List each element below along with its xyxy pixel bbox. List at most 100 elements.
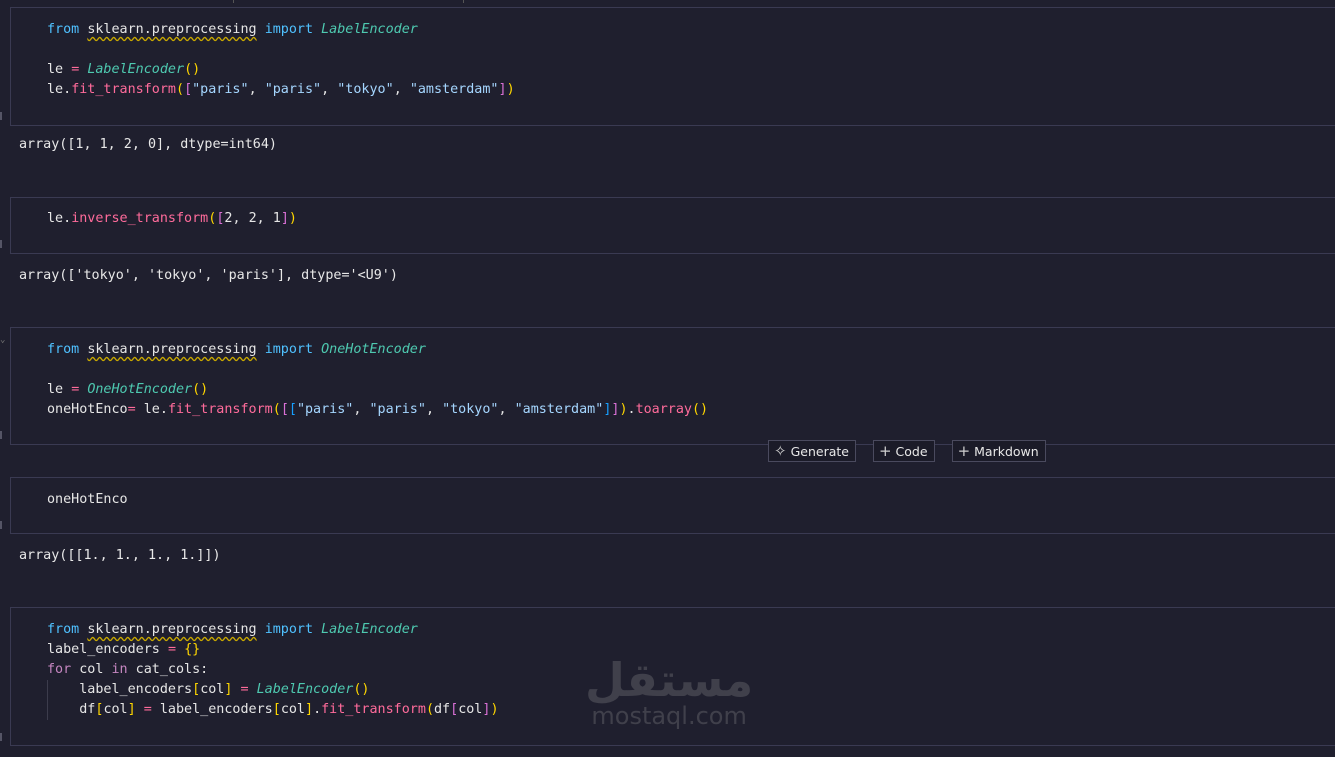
code-token: ) [619, 402, 628, 417]
code-token: le [47, 62, 72, 77]
code-token: df [47, 702, 96, 717]
code-line[interactable]: le = LabelEncoder() [47, 60, 200, 80]
code-token: label_encoders [47, 642, 168, 657]
code-cell-1[interactable]: from sklearn.preprocessing import LabelE… [10, 7, 1335, 126]
code-token: () [192, 382, 209, 397]
sparkle-icon: ✧ [774, 441, 787, 460]
code-token: sklearn.preprocessing [87, 342, 257, 357]
code-token: le. [47, 82, 72, 97]
code-line[interactable]: le.fit_transform(["paris", "paris", "tok… [47, 80, 515, 100]
watermark-arabic: مستقل [585, 653, 754, 707]
code-token: ) [288, 211, 297, 226]
code-token: import [264, 342, 314, 357]
code-token: , [321, 82, 338, 97]
code-token: 1 [272, 211, 281, 226]
code-token: [ [450, 702, 459, 717]
top-divider [463, 0, 464, 3]
code-token: from [47, 22, 80, 37]
cell-gutter-marker [0, 521, 2, 529]
generate-label: Generate [790, 443, 849, 459]
code-token: = [167, 642, 176, 657]
code-token: ] [305, 702, 314, 717]
code-line[interactable]: from sklearn.preprocessing import LabelE… [47, 20, 418, 40]
code-line[interactable]: label_encoders[col] = LabelEncoder() [47, 680, 370, 700]
add-code-cell-button[interactable]: + Code [872, 440, 935, 462]
code-token: [ [192, 682, 201, 697]
code-token: [ [280, 402, 289, 417]
code-token: label_encoders [47, 682, 193, 697]
code-token: fit_transform [167, 402, 273, 417]
code-token: import [264, 22, 314, 37]
code-token: LabelEncoder [87, 62, 185, 77]
code-token: "tokyo" [442, 402, 499, 417]
code-token: , [256, 211, 273, 226]
code-line[interactable]: le.inverse_transform([2, 2, 1]) [47, 209, 297, 229]
code-token: col [71, 662, 112, 677]
code-token: LabelEncoder [321, 22, 418, 37]
code-token: from [47, 342, 80, 357]
code-line[interactable]: le = OneHotEncoder() [47, 380, 208, 400]
code-token: 2 [248, 211, 257, 226]
code-token: fit_transform [321, 702, 426, 717]
code-cell-2[interactable]: le.inverse_transform([2, 2, 1]) [10, 197, 1335, 254]
code-token: label_encoders [151, 702, 273, 717]
generate-button[interactable]: ✧ Generate [768, 440, 856, 462]
plus-icon: + [957, 441, 971, 460]
cell-output-4: array([[1., 1., 1., 1.]]) [19, 548, 221, 563]
code-token: ( [425, 702, 434, 717]
code-token: ) [490, 702, 499, 717]
code-token: from [47, 622, 80, 637]
add-markdown-cell-button[interactable]: + Markdown [951, 440, 1046, 462]
code-token: LabelEncoder [321, 622, 418, 637]
code-token: ( [176, 82, 185, 97]
code-token: "paris" [369, 402, 426, 417]
code-token: inverse_transform [71, 211, 209, 226]
code-cell-3[interactable]: from sklearn.preprocessing import OneHot… [10, 327, 1335, 445]
code-token: () [692, 402, 709, 417]
code-token: col [458, 702, 483, 717]
code-token: oneHotEnco [47, 492, 128, 507]
code-token: "paris" [296, 402, 354, 417]
code-cell-4[interactable]: oneHotEnco [10, 477, 1335, 534]
code-token: = [127, 402, 136, 417]
code-token: OneHotEncoder [321, 342, 426, 357]
code-token: df [434, 702, 451, 717]
cell-gutter-marker [0, 733, 2, 741]
code-token: , [498, 402, 515, 417]
code-line[interactable]: oneHotEnco [47, 490, 128, 510]
markdown-label: Markdown [974, 443, 1039, 459]
code-token: () [353, 682, 370, 697]
indent-guide [47, 680, 48, 720]
plus-icon: + [878, 441, 892, 460]
code-token: oneHotEnco [47, 402, 128, 417]
code-token: sklearn.preprocessing [87, 22, 257, 37]
code-token: sklearn.preprocessing [87, 622, 257, 637]
code-token: . [627, 402, 636, 417]
code-line[interactable]: from sklearn.preprocessing import LabelE… [47, 620, 418, 640]
code-token: ) [506, 82, 515, 97]
code-line[interactable]: from sklearn.preprocessing import OneHot… [47, 340, 426, 360]
code-token: ( [272, 402, 281, 417]
top-divider [233, 0, 234, 3]
code-token: , [393, 82, 410, 97]
insert-cell-toolbar: ✧ Generate + Code + Markdown [768, 440, 1046, 464]
code-token: col [200, 682, 225, 697]
code-line[interactable]: for col in cat_cols: [47, 660, 208, 680]
code-token: ] [280, 211, 289, 226]
code-token: for [47, 662, 72, 677]
code-line[interactable]: label_encoders = {} [47, 640, 200, 660]
code-token: {} [184, 642, 201, 657]
code-line[interactable]: oneHotEnco= le.fit_transform([["paris", … [47, 400, 708, 420]
code-token: ] [498, 82, 507, 97]
code-token: "amsterdam" [514, 402, 604, 417]
code-line[interactable]: df[col] = label_encoders[col].fit_transf… [47, 700, 499, 720]
code-token: , [232, 211, 249, 226]
fold-chevron-icon[interactable]: ⌄ [0, 335, 5, 345]
code-token: le. [47, 211, 72, 226]
